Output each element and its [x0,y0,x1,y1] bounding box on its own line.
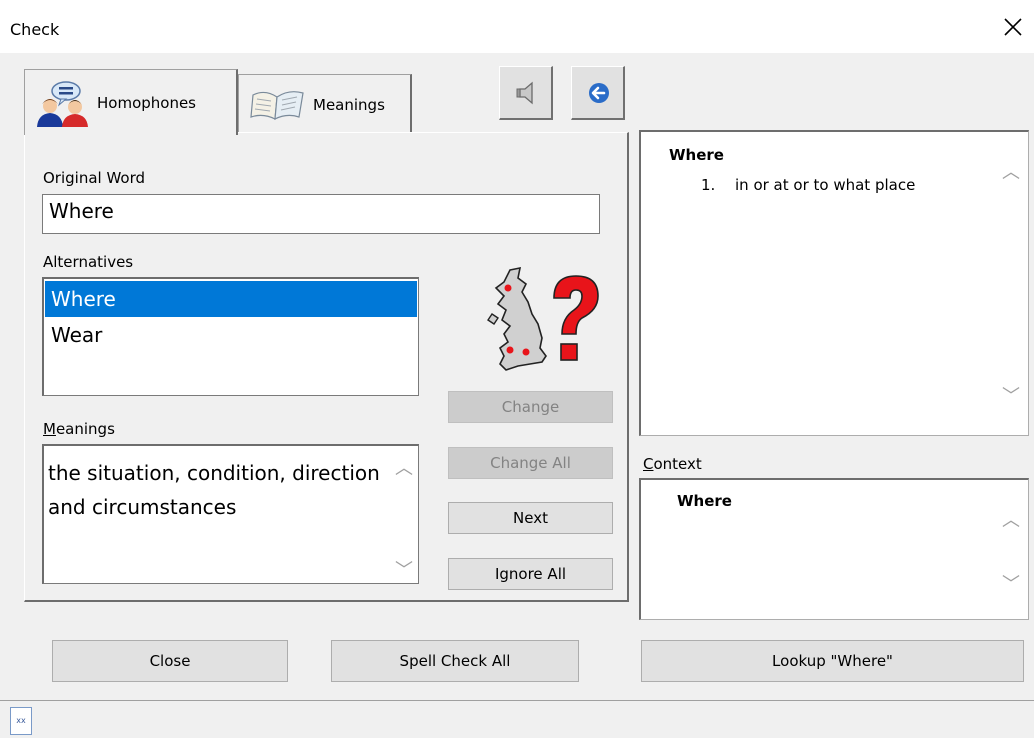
ignore-all-button[interactable]: Ignore All [448,558,613,590]
next-button[interactable]: Next [448,502,613,534]
tab-meanings-label: Meanings [313,96,385,114]
speaker-icon [513,80,539,110]
spell-check-all-button[interactable]: Spell Check All [331,640,579,682]
lookup-button[interactable]: Lookup "Where" [641,640,1024,682]
original-word-label: Original Word [43,169,146,187]
back-button[interactable] [571,66,625,120]
meanings-label: Meanings [43,420,115,438]
scroll-down-icon[interactable]: ﹀ [394,556,414,582]
open-book-icon [249,85,305,127]
meanings-text: the situation, condition, direction and … [48,461,380,519]
title-bar [0,0,1034,53]
tab-homophones-label: Homophones [97,94,197,112]
context-text: Where [677,492,732,510]
context-label: Context [643,455,702,473]
change-button[interactable]: Change [448,391,613,423]
close-window-icon[interactable] [1000,14,1026,40]
document-icon: xx [10,707,32,735]
scroll-down-icon[interactable]: ﹀ [1001,570,1021,596]
tab-meanings[interactable]: Meanings [238,74,412,132]
list-item[interactable]: Wear [45,317,417,353]
scroll-up-icon[interactable]: ︿ [1001,158,1021,184]
alternatives-list[interactable]: Where Wear [42,277,419,396]
definition-pane[interactable]: Where 1. in or at or to what place ︿ ﹀ [639,130,1029,436]
close-button[interactable]: Close [52,640,288,682]
meanings-box[interactable]: the situation, condition, direction and … [42,444,419,584]
window-title: Check [10,20,60,39]
alternatives-label: Alternatives [43,253,134,271]
scroll-up-icon[interactable]: ︿ [1001,506,1021,532]
back-arrow-icon [586,80,612,110]
status-bar: xx [0,700,1034,738]
definition-text: in or at or to what place [735,176,916,194]
context-pane[interactable]: Where ︿ ﹀ [639,478,1029,620]
speak-button[interactable] [499,66,553,120]
scroll-down-icon[interactable]: ﹀ [1001,382,1021,408]
definition-number: 1. [701,176,716,194]
tab-homophones[interactable]: Homophones [24,69,238,135]
change-all-button[interactable]: Change All [448,447,613,479]
list-item[interactable]: Where [45,281,417,317]
people-speech-icon [35,80,91,132]
uk-map-question-icon [482,262,606,386]
original-word-field[interactable]: Where [42,194,600,234]
document-icon-text: xx [16,716,26,725]
definition-word: Where [669,146,724,164]
scroll-up-icon[interactable]: ︿ [394,454,414,480]
